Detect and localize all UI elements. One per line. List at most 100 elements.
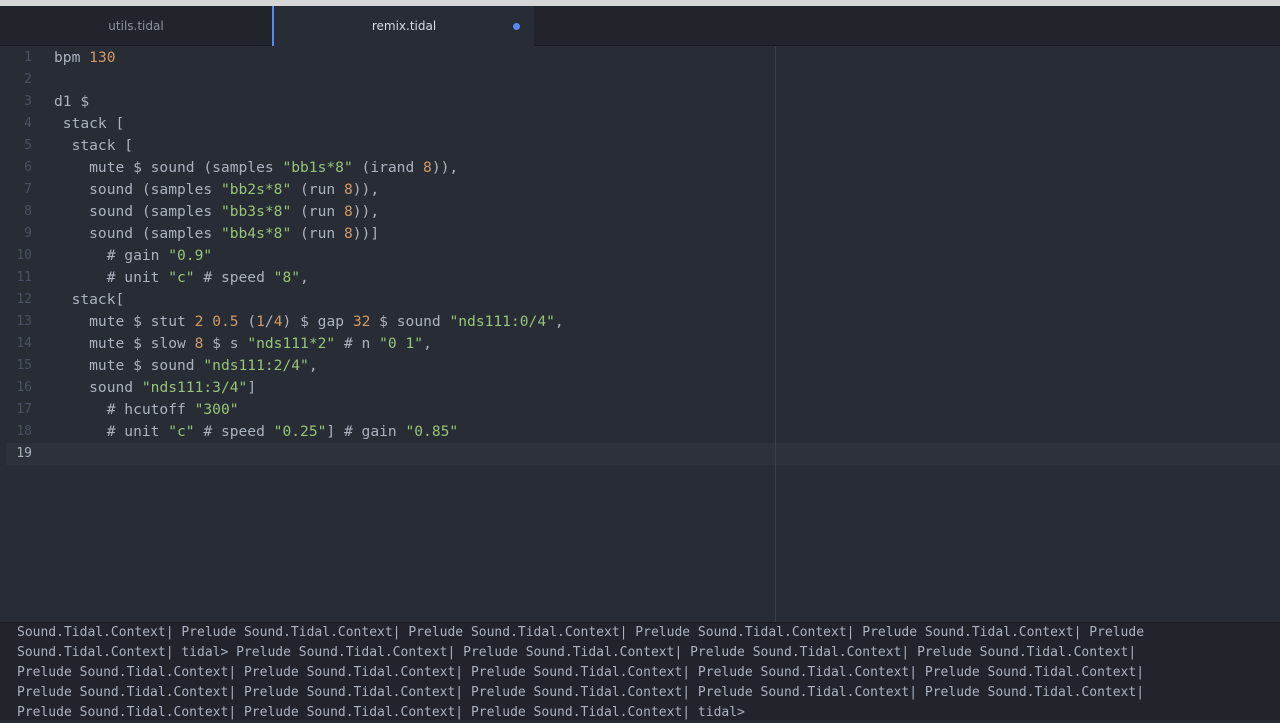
string-token: "0 1" [379,335,424,352]
code-text: stack[ [54,289,125,311]
number-token: 8 [343,181,353,198]
line-number: 13 [16,314,32,329]
code-line[interactable]: 5 stack [ [6,135,1280,157]
code-line[interactable]: 9 sound (samples "bb4s*8" (run 8))] [6,223,1280,245]
code-token: ] # gain [326,423,406,440]
string-token: "bb3s*8" [220,203,292,220]
tidal-console[interactable]: Sound.Tidal.Context| Prelude Sound.Tidal… [0,622,1280,720]
code-token: sound (samples [54,181,221,198]
line-number: 11 [16,270,32,285]
code-line[interactable]: 13 mute $ stut 2 0.5 (1/4) $ gap 32 $ so… [6,311,1280,333]
string-token: "300" [194,401,239,418]
code-token: ( [238,313,257,330]
code-line[interactable]: 14 mute $ slow 8 $ s "nds111*2" # n "0 1… [6,333,1280,355]
number-token: 130 [89,49,116,66]
code-token: ))] [352,225,380,242]
number-token: 8 [423,159,432,176]
line-number: 15 [16,358,32,373]
code-line[interactable]: 16 sound "nds111:3/4"] [6,377,1280,399]
line-number: 5 [24,138,32,153]
code-line[interactable]: 11 # unit "c" # speed "8", [6,267,1280,289]
code-line[interactable]: 12 stack[ [6,289,1280,311]
code-token: # speed [194,423,274,440]
code-token: , [308,357,318,374]
line-number: 14 [16,336,32,351]
number-token: 1 [256,313,265,330]
string-token: "c" [168,269,195,286]
code-line[interactable]: 2 [6,69,1280,91]
code-text: # hcutoff "300" [54,399,239,421]
code-text: sound "nds111:3/4"] [54,377,256,399]
code-text: bpm 130 [54,47,116,69]
code-line[interactable]: 10 # gain "0.9" [6,245,1280,267]
code-line[interactable]: 18 # unit "c" # speed "0.25"] # gain "0.… [6,421,1280,443]
string-token: "bb2s*8" [220,181,292,198]
code-token: (irand [352,159,424,176]
code-line[interactable]: 6 mute $ sound (samples "bb1s*8" (irand … [6,157,1280,179]
code-token: sound (samples [54,203,221,220]
string-token: "nds111*2" [247,335,336,352]
code-text: mute $ slow 8 $ s "nds111*2" # n "0 1", [54,333,432,355]
code-token: , [300,269,309,286]
string-token: "0.25" [273,423,327,440]
code-line[interactable]: 4 stack [ [6,113,1280,135]
code-line[interactable]: 15 mute $ sound "nds111:2/4", [6,355,1280,377]
code-editor[interactable]: 1 bpm 130 2 3 d1 $4 stack [5 stack [6 mute $… [6,47,1280,622]
code-token: # speed [194,269,274,286]
code-text: stack [ [54,135,134,157]
code-line[interactable]: 1 bpm 130 [6,47,1280,69]
console-line: Prelude Sound.Tidal.Context| Prelude Sou… [17,665,1145,680]
code-token: # unit [54,269,169,286]
number-token: 32 [352,313,371,330]
code-token: bpm [54,49,90,66]
code-token: / [264,313,274,330]
line-number: 1 [24,50,32,65]
line-number: 8 [24,204,32,219]
code-text: sound (samples "bb4s*8" (run 8))] [54,223,379,245]
code-token: # n [335,335,380,352]
code-line[interactable]: 17 # hcutoff "300" [6,399,1280,421]
code-token: $ s [203,335,248,352]
code-token: )), [352,203,380,220]
code-token: ) $ gap [282,313,353,330]
line-number: 19 [16,446,32,461]
line-number: 10 [16,248,32,263]
line-number: 7 [24,182,32,197]
code-token: (run [291,181,344,198]
code-text: # gain "0.9" [54,245,212,267]
code-text: mute $ sound "nds111:2/4", [54,355,318,377]
string-token: "nds111:0/4" [449,313,555,330]
tab-label: utils.tidal [108,19,164,33]
console-line: Sound.Tidal.Context| tidal> Prelude Soun… [17,645,1137,660]
number-token: 8 [343,203,353,220]
tab-remix-tidal[interactable]: remix.tidal [272,6,534,46]
code-text: mute $ stut 2 0.5 (1/4) $ gap 32 $ sound… [54,311,564,333]
code-token: # hcutoff [54,401,195,418]
code-text: sound (samples "bb3s*8" (run 8)), [54,201,379,223]
code-line[interactable]: 19 [6,443,1280,465]
tab-utils-tidal[interactable]: utils.tidal [0,6,272,46]
wrap-guide [775,47,776,622]
code-line[interactable]: 3 d1 $ [6,91,1280,113]
tab-bar: utils.tidal remix.tidal [0,6,1280,46]
string-token: "nds111:2/4" [203,357,309,374]
code-text: d1 $ [54,91,89,113]
tab-label: remix.tidal [371,19,437,33]
number-token: 0.5 [212,313,239,330]
console-line: Prelude Sound.Tidal.Context| Prelude Sou… [17,705,745,720]
line-number: 6 [24,160,32,175]
number-token: 4 [273,313,283,330]
code-token: sound (samples [54,225,221,242]
code-text: sound (samples "bb2s*8" (run 8)), [54,179,379,201]
line-number: 3 [24,94,32,109]
code-line[interactable]: 7 sound (samples "bb2s*8" (run 8)), [6,179,1280,201]
code-token: mute $ sound (samples [54,159,283,176]
code-token: , [554,313,564,330]
modified-dot-icon [513,23,520,30]
code-token: (run [291,203,344,220]
code-text: # unit "c" # speed "0.25"] # gain "0.85" [54,421,458,443]
console-line: Sound.Tidal.Context| Prelude Sound.Tidal… [17,625,1145,640]
string-token: "c" [168,423,195,440]
code-token: stack[ [54,291,125,308]
code-line[interactable]: 8 sound (samples "bb3s*8" (run 8)), [6,201,1280,223]
